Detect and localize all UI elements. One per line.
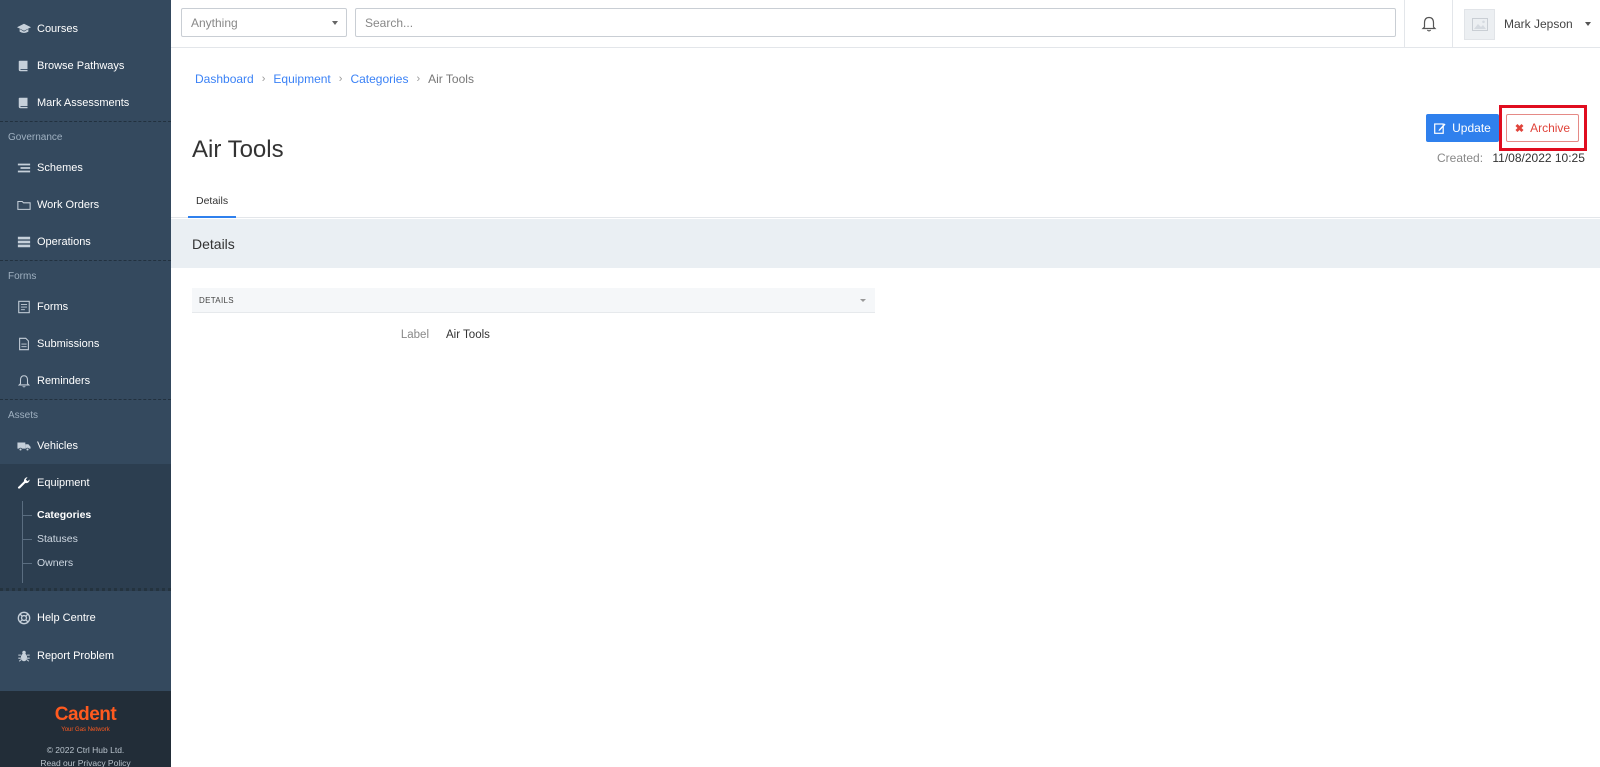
sidebar-item-label: Help Centre: [37, 612, 96, 624]
privacy-policy-link[interactable]: Read our Privacy Policy: [0, 758, 171, 767]
tab-details[interactable]: Details: [188, 186, 237, 218]
details-panel-title: DETAILS: [199, 296, 234, 305]
edit-icon: [1434, 123, 1446, 134]
sidebar-item-label: Equipment: [37, 476, 90, 489]
sidebar-item-forms[interactable]: Forms: [0, 288, 171, 325]
main-content: Dashboard › Equipment › Categories › Air…: [171, 48, 1600, 767]
sidebar-section-governance: Governance: [8, 132, 63, 143]
sidebar-item-operations[interactable]: Operations: [0, 223, 171, 260]
field-row-label: Label Air Tools: [192, 313, 875, 343]
sidebar: Courses Browse Pathways Mark Assessments…: [0, 0, 171, 767]
breadcrumb-categories[interactable]: Categories: [350, 72, 408, 86]
wrench-icon: [16, 475, 32, 491]
details-panel: DETAILS Label Air Tools: [192, 288, 875, 343]
stack-icon: [16, 234, 32, 250]
list-icon: [16, 160, 32, 176]
sidebar-item-label: Report Problem: [37, 650, 115, 662]
search-scope-select[interactable]: Anything: [181, 8, 347, 37]
truck-icon: [16, 438, 32, 454]
update-button-label: Update: [1452, 121, 1491, 135]
sidebar-item-label: Work Orders: [37, 198, 100, 211]
chevron-right-icon: ›: [416, 73, 421, 85]
sidebar-item-vehicles[interactable]: Vehicles: [0, 427, 171, 464]
tab-bar: Details: [171, 186, 1600, 218]
search-scope-value: Anything: [191, 16, 238, 30]
chevron-right-icon: ›: [338, 73, 343, 85]
sidebar-item-label: Reminders: [37, 374, 91, 387]
sidebar-item-reminders[interactable]: Reminders: [0, 362, 171, 399]
sidebar-item-label: Mark Assessments: [37, 96, 130, 109]
sidebar-subitem-categories[interactable]: Categories: [0, 503, 171, 527]
user-name: Mark Jepson: [1504, 17, 1573, 31]
sidebar-item-work-orders[interactable]: Work Orders: [0, 186, 171, 223]
sidebar-item-label: Courses: [37, 22, 78, 35]
chevron-down-icon: [860, 299, 866, 302]
close-icon: ✖: [1514, 122, 1525, 135]
sidebar-subitem-owners[interactable]: Owners: [0, 551, 171, 575]
breadcrumb-dashboard[interactable]: Dashboard: [195, 72, 254, 86]
sidebar-section-forms: Forms: [8, 271, 37, 282]
chevron-right-icon: ›: [261, 73, 266, 85]
chevron-down-icon: [332, 21, 338, 25]
section-title: Details: [192, 236, 235, 252]
sidebar-item-browse-pathways[interactable]: Browse Pathways: [0, 47, 171, 84]
sidebar-section-assets: Assets: [8, 410, 39, 421]
archive-button-label: Archive: [1530, 121, 1571, 135]
update-button[interactable]: Update: [1426, 114, 1499, 142]
sidebar-item-submissions[interactable]: Submissions: [0, 325, 171, 362]
sidebar-item-label: Vehicles: [37, 439, 78, 452]
breadcrumb: Dashboard › Equipment › Categories › Air…: [195, 72, 474, 86]
sidebar-item-report-problem[interactable]: Report Problem: [0, 637, 171, 675]
book-icon: [16, 95, 32, 111]
archive-button[interactable]: ✖ Archive: [1506, 114, 1579, 142]
user-menu[interactable]: Mark Jepson: [1464, 0, 1600, 48]
notifications-button[interactable]: [1404, 0, 1453, 48]
equipment-submenu: Categories Statuses Owners: [0, 501, 171, 583]
search-input[interactable]: [355, 8, 1396, 37]
created-timestamp: Created: 11/08/2022 10:25: [1437, 151, 1585, 165]
sidebar-item-label: Browse Pathways: [37, 59, 125, 72]
sidebar-item-label: Forms: [37, 300, 69, 313]
document-icon: [16, 336, 32, 352]
life-ring-icon: [16, 610, 32, 626]
form-icon: [16, 299, 32, 315]
image-placeholder-icon: [1471, 17, 1488, 31]
page-title: Air Tools: [192, 136, 284, 163]
copyright-text: © 2022 Ctrl Hub Ltd.: [46, 745, 125, 755]
sidebar-item-help-centre[interactable]: Help Centre: [0, 599, 171, 637]
breadcrumb-equipment[interactable]: Equipment: [273, 72, 330, 86]
help-section: Help Centre Report Problem: [0, 591, 171, 675]
avatar: [1464, 8, 1495, 40]
sidebar-item-label: Operations: [37, 235, 91, 248]
folder-icon: [16, 197, 32, 213]
section-header: Details: [171, 219, 1600, 268]
breadcrumb-current: Air Tools: [428, 72, 474, 86]
field-value: Air Tools: [446, 329, 490, 341]
chevron-down-icon: [1584, 22, 1591, 26]
sidebar-item-schemes[interactable]: Schemes: [0, 149, 171, 186]
bug-icon: [16, 648, 32, 664]
bell-icon: [1421, 16, 1436, 32]
graduation-cap-icon: [16, 21, 32, 37]
sidebar-item-equipment[interactable]: Equipment: [0, 464, 171, 501]
brand-footer: Cadent Your Gas Network © 2022 Ctrl Hub …: [0, 691, 171, 767]
cadent-logo: Cadent: [54, 704, 117, 725]
sidebar-divider: [0, 583, 171, 591]
book-icon: [16, 58, 32, 74]
created-value: 11/08/2022 10:25: [1492, 151, 1585, 165]
created-label: Created:: [1437, 151, 1484, 165]
bell-icon: [16, 373, 32, 389]
field-label: Label: [400, 329, 429, 341]
details-panel-header[interactable]: DETAILS: [192, 288, 875, 313]
brand-tagline: Your Gas Network: [61, 727, 110, 733]
sidebar-subitem-statuses[interactable]: Statuses: [0, 527, 171, 551]
sidebar-item-label: Submissions: [37, 337, 100, 350]
topbar: Anything Mark Jepson: [171, 0, 1600, 48]
sidebar-item-courses[interactable]: Courses: [0, 10, 171, 47]
sidebar-item-label: Schemes: [37, 161, 83, 174]
sidebar-item-mark-assessments[interactable]: Mark Assessments: [0, 84, 171, 121]
